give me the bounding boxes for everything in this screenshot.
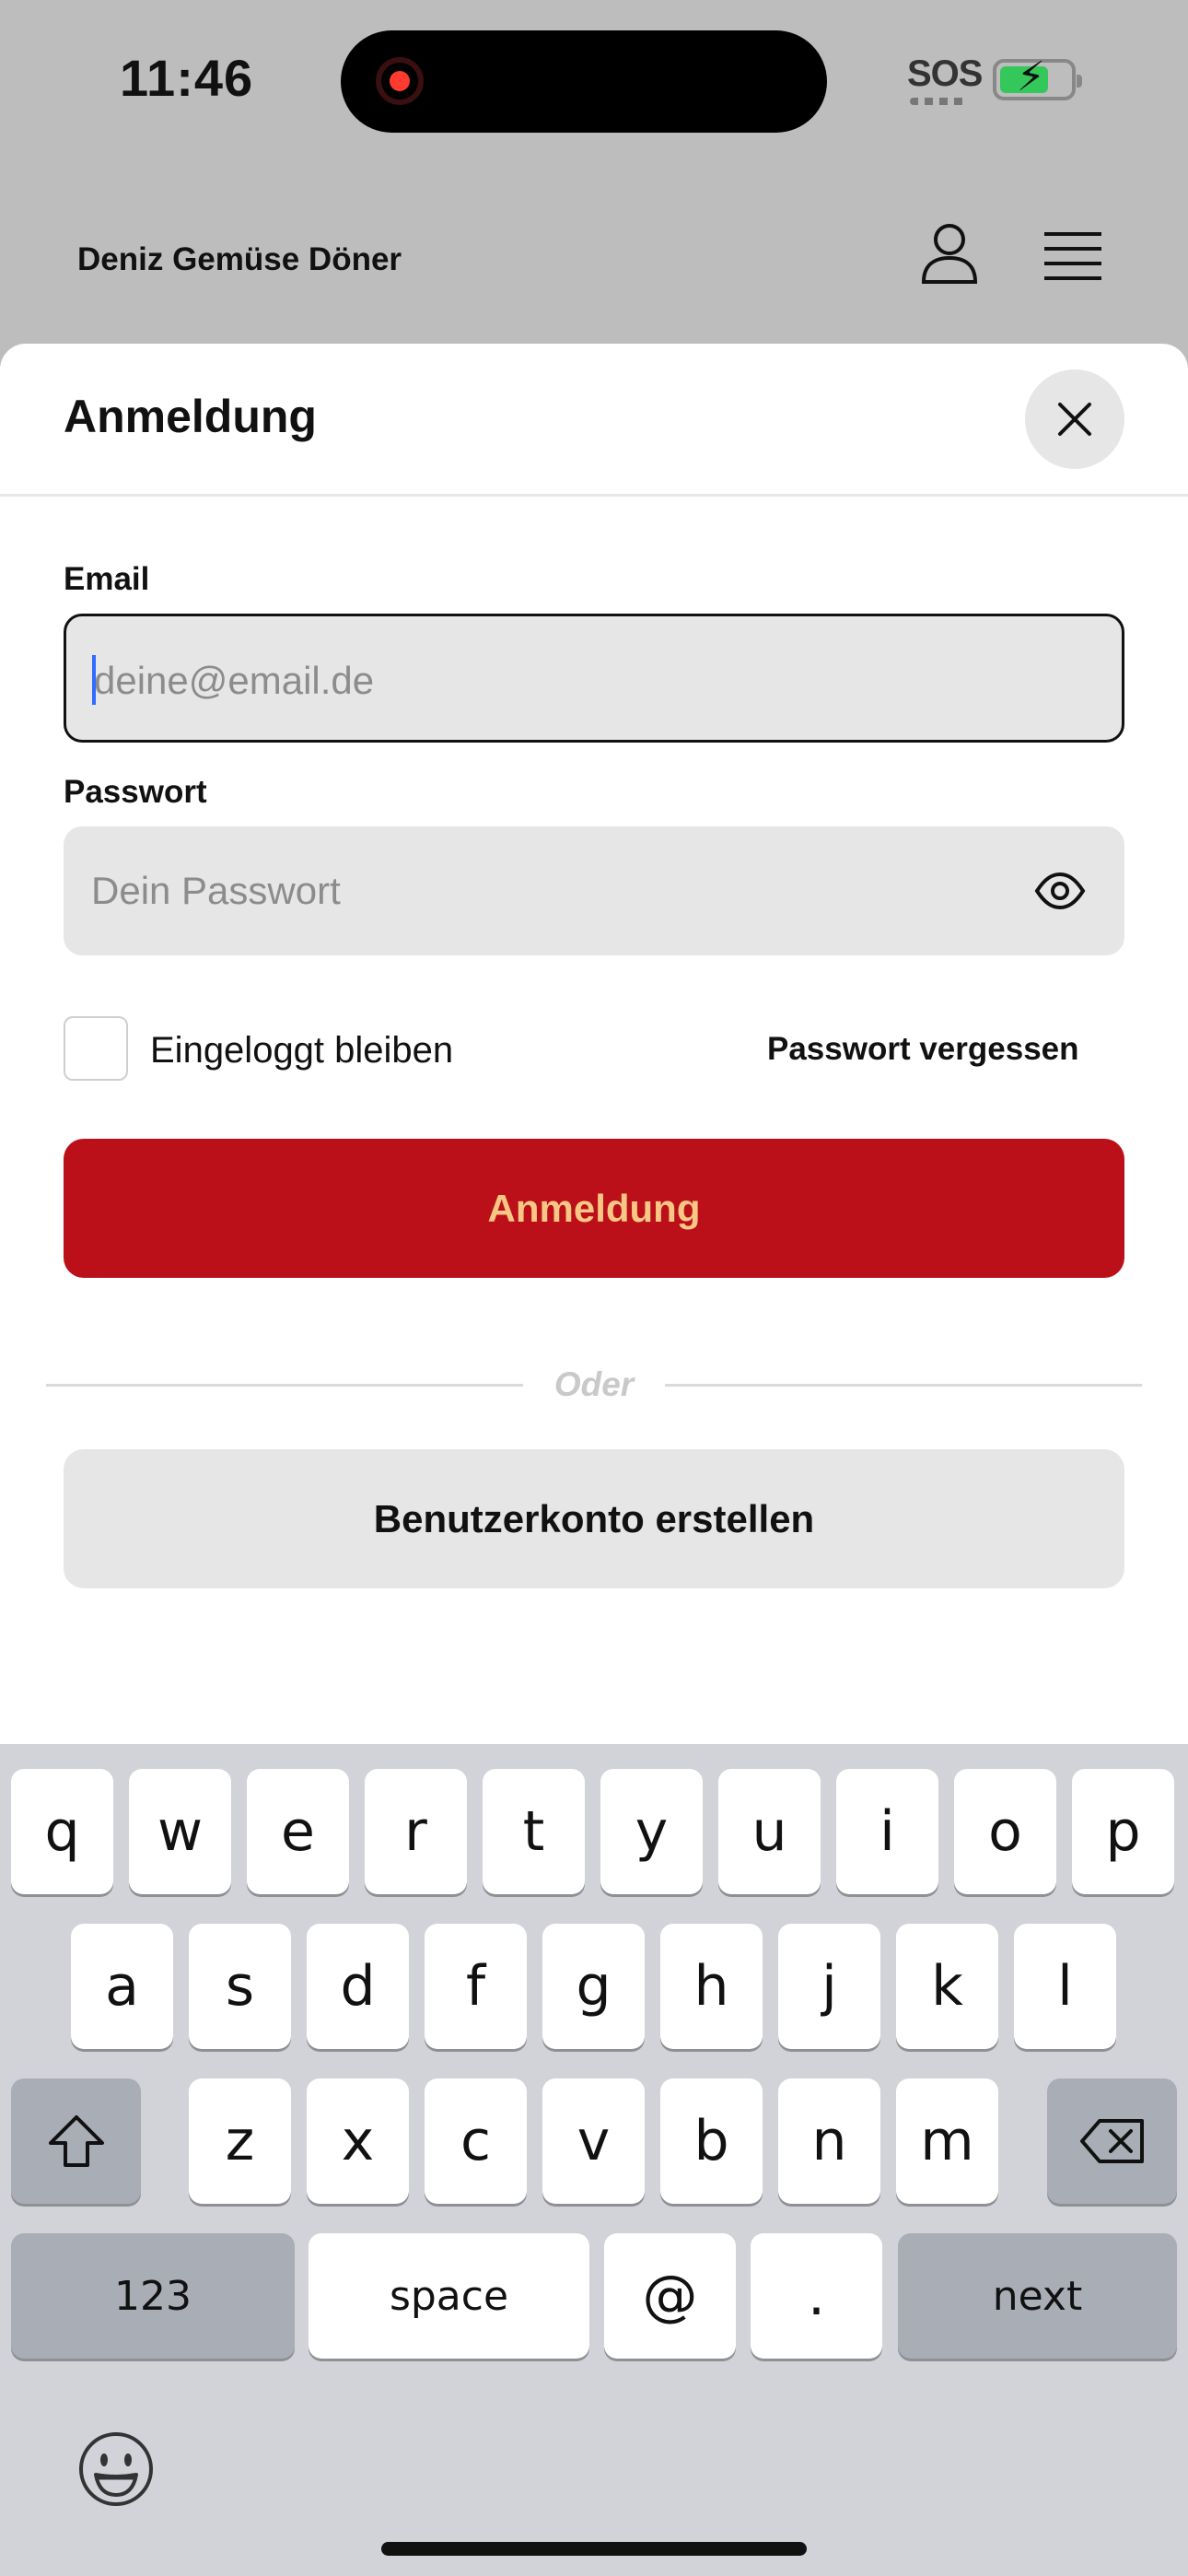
create-account-button[interactable]: Benutzerkonto erstellen bbox=[64, 1449, 1124, 1588]
login-sheet: Anmeldung Email deine@email.de Passwort … bbox=[0, 344, 1188, 1744]
email-field[interactable]: deine@email.de bbox=[64, 614, 1124, 743]
key-u[interactable]: u bbox=[718, 1769, 821, 1894]
user-icon[interactable] bbox=[917, 221, 982, 286]
key-f[interactable]: f bbox=[425, 1924, 527, 2049]
dot-key[interactable]: . bbox=[751, 2233, 882, 2359]
email-label: Email bbox=[64, 561, 150, 597]
key-x[interactable]: x bbox=[307, 2078, 409, 2204]
emoji-icon[interactable] bbox=[77, 2430, 155, 2508]
key-h[interactable]: h bbox=[660, 1924, 763, 2049]
key-b[interactable]: b bbox=[660, 2078, 763, 2204]
email-placeholder: deine@email.de bbox=[94, 659, 375, 702]
key-n[interactable]: n bbox=[778, 2078, 880, 2204]
key-r[interactable]: r bbox=[365, 1769, 467, 1894]
charging-bolt-icon: ⚡ bbox=[1017, 54, 1045, 100]
text-cursor bbox=[92, 655, 96, 705]
recording-indicator-icon bbox=[376, 57, 424, 105]
forgot-password-link[interactable]: Passwort vergessen bbox=[767, 1031, 1079, 1068]
sos-indicator: SOS bbox=[907, 53, 983, 94]
stay-logged-in-label[interactable]: Eingeloggt bleiben bbox=[150, 1030, 453, 1071]
space-key[interactable]: space bbox=[309, 2233, 589, 2359]
status-time: 11:46 bbox=[120, 49, 254, 107]
key-l[interactable]: l bbox=[1014, 1924, 1116, 2049]
dynamic-island bbox=[341, 30, 827, 133]
shift-key[interactable] bbox=[11, 2078, 141, 2204]
sheet-title: Anmeldung bbox=[64, 391, 317, 442]
or-line-right bbox=[665, 1384, 1142, 1387]
keyboard: q w e r t y u i o p a s d f g h j k l z … bbox=[0, 1744, 1188, 2576]
key-a[interactable]: a bbox=[71, 1924, 173, 2049]
backspace-icon bbox=[1079, 2119, 1144, 2163]
signal-dots-icon bbox=[910, 98, 965, 105]
or-text: Oder bbox=[553, 1365, 635, 1403]
key-p[interactable]: p bbox=[1072, 1769, 1174, 1894]
stay-logged-in-checkbox[interactable] bbox=[64, 1016, 128, 1081]
battery-cap bbox=[1077, 75, 1082, 88]
header-divider bbox=[0, 494, 1188, 497]
key-i[interactable]: i bbox=[836, 1769, 938, 1894]
close-button[interactable] bbox=[1025, 369, 1124, 469]
backspace-key[interactable] bbox=[1047, 2078, 1177, 2204]
key-d[interactable]: d bbox=[307, 1924, 409, 2049]
key-e[interactable]: e bbox=[247, 1769, 349, 1894]
at-key[interactable]: @ bbox=[604, 2233, 736, 2359]
eye-icon[interactable] bbox=[1034, 871, 1086, 911]
shift-icon bbox=[48, 2115, 104, 2167]
app-header: Deniz Gemüse Döner bbox=[0, 175, 1188, 341]
key-v[interactable]: v bbox=[542, 2078, 645, 2204]
menu-icon[interactable] bbox=[1042, 230, 1103, 282]
brand-name[interactable]: Deniz Gemüse Döner bbox=[77, 241, 402, 278]
status-bar: 11:46 SOS ⚡ bbox=[0, 0, 1188, 175]
key-z[interactable]: z bbox=[189, 2078, 291, 2204]
key-t[interactable]: t bbox=[483, 1769, 585, 1894]
numbers-key[interactable]: 123 bbox=[11, 2233, 295, 2359]
password-field[interactable]: Dein Passwort bbox=[64, 826, 1124, 955]
key-y[interactable]: y bbox=[600, 1769, 703, 1894]
next-key[interactable]: next bbox=[898, 2233, 1177, 2359]
key-j[interactable]: j bbox=[778, 1924, 880, 2049]
key-s[interactable]: s bbox=[189, 1924, 291, 2049]
key-c[interactable]: c bbox=[425, 2078, 527, 2204]
key-m[interactable]: m bbox=[896, 2078, 998, 2204]
key-q[interactable]: q bbox=[11, 1769, 113, 1894]
login-button[interactable]: Anmeldung bbox=[64, 1139, 1124, 1278]
home-indicator bbox=[381, 2542, 807, 2556]
close-icon bbox=[1058, 403, 1091, 436]
password-label: Passwort bbox=[64, 774, 207, 810]
key-w[interactable]: w bbox=[129, 1769, 231, 1894]
or-separator: Oder bbox=[46, 1362, 1142, 1408]
battery-icon: ⚡ bbox=[993, 54, 1082, 100]
key-g[interactable]: g bbox=[542, 1924, 645, 2049]
key-o[interactable]: o bbox=[954, 1769, 1056, 1894]
or-line-left bbox=[46, 1384, 523, 1387]
password-placeholder: Dein Passwort bbox=[91, 869, 341, 912]
key-k[interactable]: k bbox=[896, 1924, 998, 2049]
